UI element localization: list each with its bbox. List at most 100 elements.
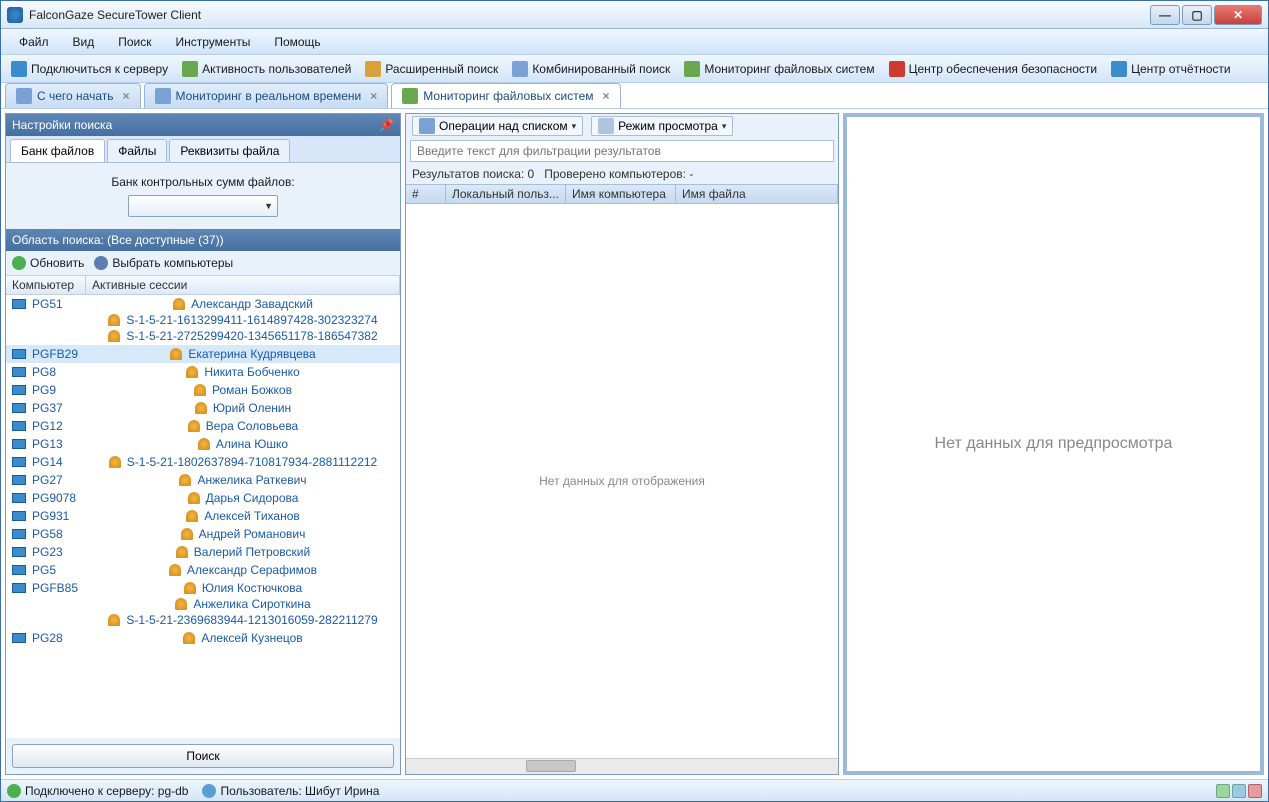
toolbar-icon — [1111, 61, 1127, 77]
main-tab[interactable]: Мониторинг файловых систем× — [391, 83, 620, 108]
computer-name-link[interactable]: PG12 — [32, 419, 63, 433]
computer-row[interactable]: PG58 Андрей Романович — [6, 525, 400, 543]
status-indicator-1-icon[interactable] — [1216, 784, 1230, 798]
session-link[interactable]: Юрий Оленин — [213, 401, 291, 415]
toolbar-button[interactable]: Комбинированный поиск — [506, 59, 676, 79]
minimize-button[interactable]: — — [1150, 5, 1180, 25]
close-button[interactable]: ✕ — [1214, 5, 1262, 25]
session-link[interactable]: S-1-5-21-2369683944-1213016059-282211279 — [126, 613, 377, 627]
menu-файл[interactable]: Файл — [9, 32, 59, 52]
horizontal-scrollbar[interactable] — [406, 758, 838, 774]
pin-icon[interactable]: 📌 — [379, 118, 394, 132]
session-link[interactable]: Валерий Петровский — [194, 545, 310, 559]
maximize-button[interactable]: ▢ — [1182, 5, 1212, 25]
computer-row[interactable]: PGFB85 Юлия Костючкова Анжелика Сироткина S… — [6, 579, 400, 629]
settings-subtab[interactable]: Реквизиты файла — [169, 139, 290, 162]
col-file-name[interactable]: Имя файла — [676, 185, 838, 203]
session-link[interactable]: S-1-5-21-2725299420-1345651178-186547382 — [126, 329, 377, 343]
computer-row[interactable]: PG5 Александр Серафимов — [6, 561, 400, 579]
session-link[interactable]: Анжелика Раткевич — [197, 473, 306, 487]
menu-инструменты[interactable]: Инструменты — [166, 32, 261, 52]
computer-row[interactable]: PG13 Алина Юшко — [6, 435, 400, 453]
main-tab[interactable]: С чего начать× — [5, 83, 141, 108]
computer-name-link[interactable]: PGFB85 — [32, 581, 78, 595]
computer-row[interactable]: PG12 Вера Соловьева — [6, 417, 400, 435]
settings-subtab[interactable]: Банк файлов — [10, 139, 105, 162]
computer-name-link[interactable]: PG931 — [32, 509, 69, 523]
col-local-user[interactable]: Локальный польз... — [446, 185, 566, 203]
computer-row[interactable]: PG9078 Дарья Сидорова — [6, 489, 400, 507]
computer-row[interactable]: PG931 Алексей Тиханов — [6, 507, 400, 525]
computer-name-link[interactable]: PGFB29 — [32, 347, 78, 361]
computer-name-link[interactable]: PG9078 — [32, 491, 76, 505]
computer-name-link[interactable]: PG28 — [32, 631, 63, 645]
computer-name-link[interactable]: PG51 — [32, 297, 63, 311]
computers-grid[interactable]: PG51 Александр Завадский S-1-5-21-16132994… — [6, 295, 400, 738]
settings-subtab[interactable]: Файлы — [107, 139, 167, 162]
toolbar-button[interactable]: Активность пользователей — [176, 59, 357, 79]
view-mode-dropdown[interactable]: Режим просмотра ▾ — [591, 116, 733, 136]
menu-вид[interactable]: Вид — [63, 32, 105, 52]
computer-row[interactable]: PG27 Анжелика Раткевич — [6, 471, 400, 489]
tab-close-icon[interactable]: × — [370, 89, 377, 103]
col-computer[interactable]: Компьютер — [6, 276, 86, 294]
computer-cell: PG8 — [6, 363, 86, 381]
session-link[interactable]: Юлия Костючкова — [202, 581, 302, 595]
session-link[interactable]: Александр Серафимов — [187, 563, 317, 577]
session-link[interactable]: Алексей Кузнецов — [201, 631, 302, 645]
session-link[interactable]: Роман Божков — [212, 383, 292, 397]
computer-name-link[interactable]: PG23 — [32, 545, 63, 559]
choose-computers-button[interactable]: Выбрать компьютеры — [94, 256, 233, 270]
session-link[interactable]: Андрей Романович — [199, 527, 306, 541]
tab-close-icon[interactable]: × — [123, 89, 130, 103]
computer-name-link[interactable]: PG37 — [32, 401, 63, 415]
session-link[interactable]: Дарья Сидорова — [206, 491, 299, 505]
session-link[interactable]: Вера Соловьева — [206, 419, 298, 433]
toolbar-button[interactable]: Подключиться к серверу — [5, 59, 174, 79]
col-computer-name[interactable]: Имя компьютера — [566, 185, 676, 203]
computer-row[interactable]: PG51 Александр Завадский S-1-5-21-16132994… — [6, 295, 400, 345]
toolbar-button[interactable]: Центр обеспечения безопасности — [883, 59, 1104, 79]
main-tab[interactable]: Мониторинг в реальном времени× — [144, 83, 389, 108]
toolbar-button[interactable]: Центр отчётности — [1105, 59, 1237, 79]
computer-row[interactable]: PGFB29 Екатерина Кудрявцева — [6, 345, 400, 363]
computer-name-link[interactable]: PG13 — [32, 437, 63, 451]
computer-name-link[interactable]: PG8 — [32, 365, 56, 379]
session-link[interactable]: Александр Завадский — [191, 297, 313, 311]
computer-row[interactable]: PG8 Никита Бобченко — [6, 363, 400, 381]
menu-помощь[interactable]: Помощь — [264, 32, 330, 52]
filter-input[interactable] — [410, 140, 834, 162]
col-num[interactable]: # — [406, 185, 446, 203]
computer-row[interactable]: PG14 S-1-5-21-1802637894-710817934-288111… — [6, 453, 400, 471]
computer-row[interactable]: PG37 Юрий Оленин — [6, 399, 400, 417]
computer-row[interactable]: PG28 Алексей Кузнецов — [6, 629, 400, 647]
computer-name-link[interactable]: PG27 — [32, 473, 63, 487]
session-link[interactable]: Анжелика Сироткина — [193, 597, 310, 611]
scrollbar-thumb[interactable] — [526, 760, 576, 772]
refresh-button[interactable]: Обновить — [12, 256, 84, 270]
session-link[interactable]: Алексей Тиханов — [204, 509, 300, 523]
computer-name-link[interactable]: PG58 — [32, 527, 63, 541]
toolbar-button[interactable]: Расширенный поиск — [359, 59, 504, 79]
search-button[interactable]: Поиск — [12, 744, 394, 768]
session-link[interactable]: Екатерина Кудрявцева — [188, 347, 315, 361]
session-link[interactable]: Алина Юшко — [216, 437, 288, 451]
computer-name-link[interactable]: PG9 — [32, 383, 56, 397]
checksum-bank-dropdown[interactable]: ▼ — [128, 195, 278, 217]
computer-name-link[interactable]: PG14 — [32, 455, 63, 469]
list-operations-dropdown[interactable]: Операции над списком ▾ — [412, 116, 583, 136]
menu-поиск[interactable]: Поиск — [108, 32, 161, 52]
toolbar-button[interactable]: Мониторинг файловых систем — [678, 59, 880, 79]
status-indicator-2-icon[interactable] — [1232, 784, 1246, 798]
computer-name-link[interactable]: PG5 — [32, 563, 56, 577]
status-indicator-3-icon[interactable] — [1248, 784, 1262, 798]
tab-close-icon[interactable]: × — [603, 89, 610, 103]
session-link[interactable]: Никита Бобченко — [204, 365, 299, 379]
session-link[interactable]: S-1-5-21-1613299411-1614897428-302323274 — [126, 313, 377, 327]
col-sessions[interactable]: Активные сессии — [86, 276, 400, 294]
computer-cell: PG58 — [6, 525, 86, 543]
computer-row[interactable]: PG23 Валерий Петровский — [6, 543, 400, 561]
sessions-cell: Алексей Тиханов — [86, 507, 400, 525]
computer-row[interactable]: PG9 Роман Божков — [6, 381, 400, 399]
session-link[interactable]: S-1-5-21-1802637894-710817934-2881112212 — [127, 455, 377, 469]
